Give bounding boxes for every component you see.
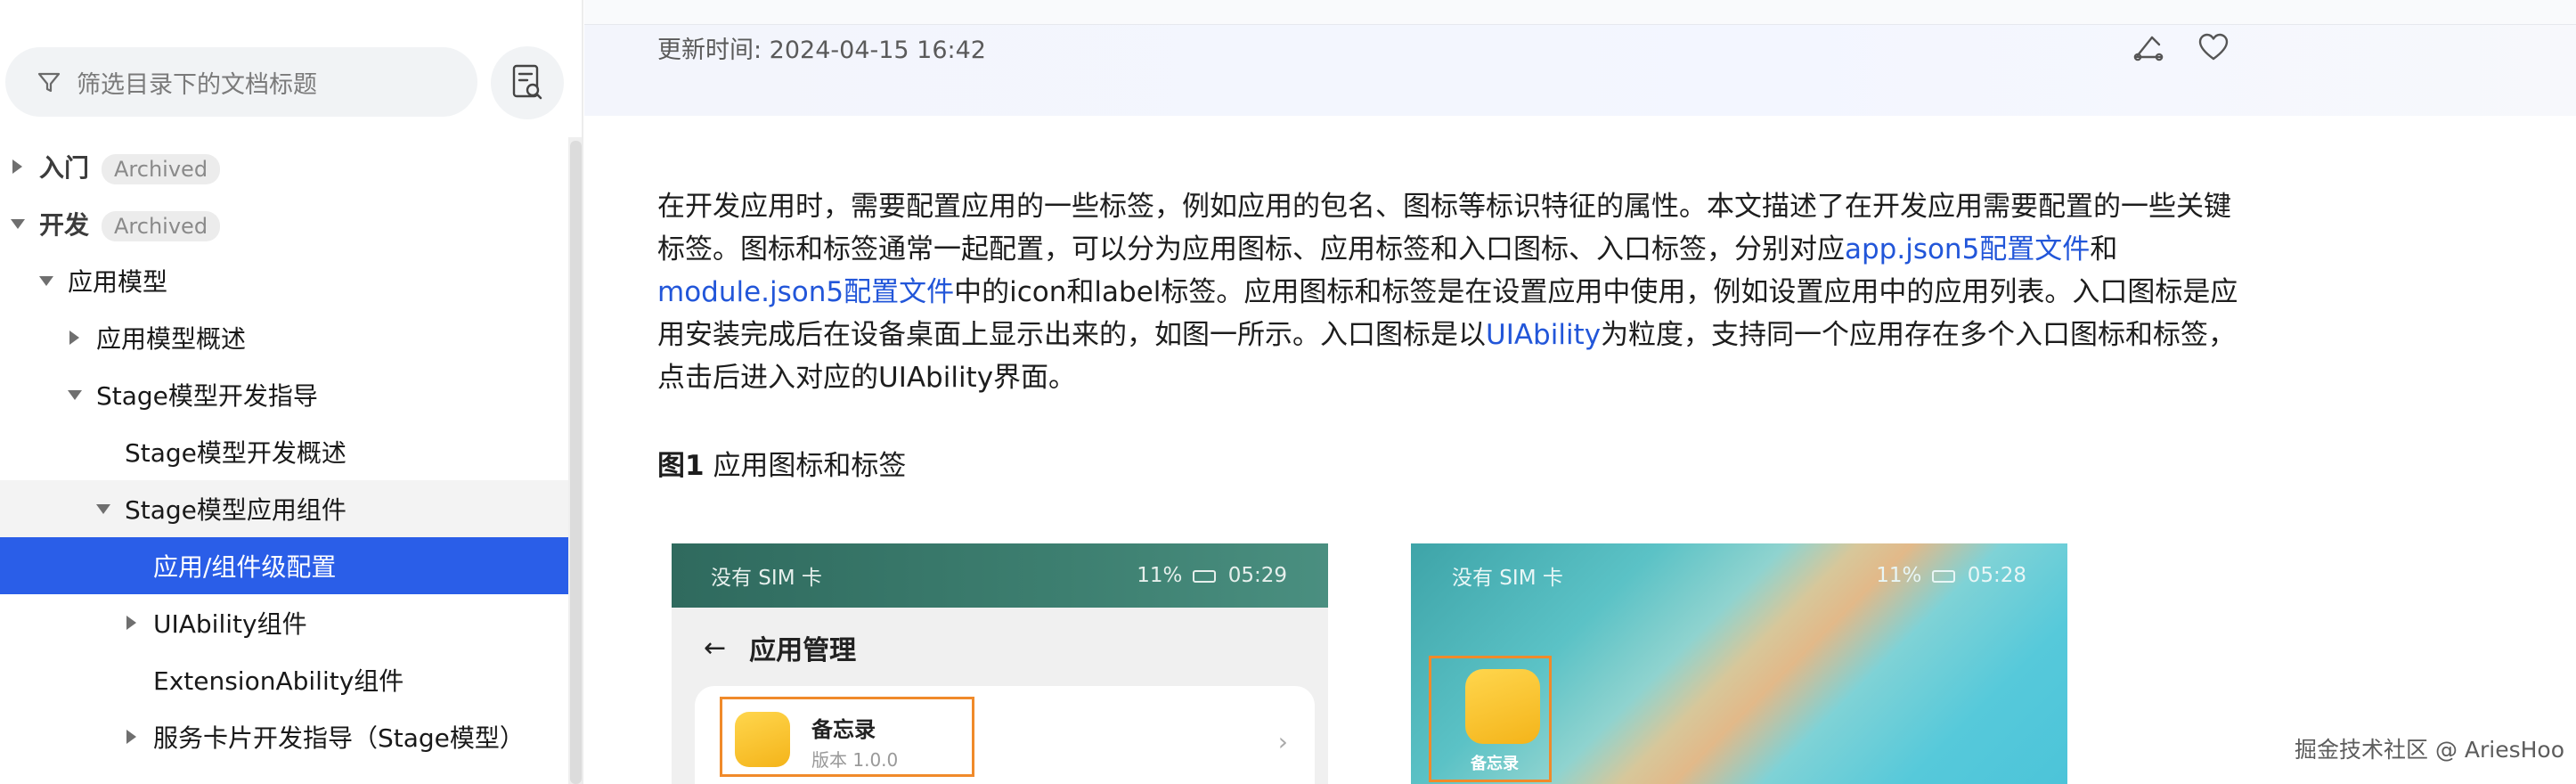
toc-item-service-widget[interactable]: 服务卡片开发指导（Stage模型） <box>0 708 570 765</box>
figure-title: 应用图标和标签 <box>713 450 907 482</box>
highlight-box: 备忘录 版本 1.0.0 <box>720 697 974 777</box>
link-app-json5[interactable]: app.json5配置文件 <box>1845 233 2090 265</box>
chevron-right-icon: › <box>1277 727 1288 756</box>
phone-status-bar: 没有 SIM 卡 11% 05:28 <box>1411 543 2067 608</box>
battery-text: 11% <box>1876 564 1922 587</box>
link-uiability[interactable]: UIAbility <box>1486 319 1601 351</box>
phone-status-bar: 没有 SIM 卡 11% 05:29 <box>672 543 1328 608</box>
toc-item-label: UIAbility组件 <box>153 609 307 639</box>
filter-input[interactable]: 筛选目录下的文档标题 <box>5 47 477 117</box>
archived-badge: Archived <box>102 154 221 184</box>
share-icon[interactable] <box>2131 30 2164 64</box>
back-arrow-icon: ← <box>704 632 727 664</box>
app-list-card: 备忘录 版本 1.0.0 › <box>695 686 1315 784</box>
toc-item-label: 服务卡片开发指导（Stage模型） <box>153 723 525 753</box>
toc-item-label: 开发 <box>39 210 90 240</box>
top-bar <box>584 0 2576 25</box>
expand-icon <box>126 730 136 744</box>
toc-item-extensionability[interactable]: ExtensionAbility组件 <box>0 651 570 708</box>
toc-item-getting-started[interactable]: 入门 Archived <box>0 138 570 195</box>
figure-app-management-screenshot: 没有 SIM 卡 11% 05:29 ← 应用管理 备忘录 版本 1.0.0 › <box>672 543 1328 784</box>
highlight-box: 备忘录 <box>1429 656 1552 782</box>
archived-badge: Archived <box>102 211 221 241</box>
collapse-icon <box>39 275 53 286</box>
document-search-icon <box>512 64 542 100</box>
app-name: 备忘录 <box>1471 755 1519 773</box>
status-right: 11% 05:29 <box>1137 564 1287 587</box>
filter-placeholder: 筛选目录下的文档标题 <box>77 70 317 99</box>
battery-icon <box>1931 569 1955 583</box>
toc-item-label: Stage模型开发指导 <box>96 381 318 411</box>
collapse-icon <box>68 389 82 400</box>
memo-app-icon <box>735 712 790 767</box>
toc-item-app-model-overview[interactable]: 应用模型概述 <box>0 309 570 366</box>
doc-search-button[interactable] <box>491 46 564 119</box>
sidebar: 筛选目录下的文档标题 入门 Archived 开发 Archived 应用模型 <box>0 0 583 784</box>
intro-paragraph: 在开发应用时，需要配置应用的一些标签，例如应用的包名、图标等标识特征的属性。本文… <box>657 185 2243 399</box>
time-text: 05:29 <box>1227 564 1287 587</box>
sidebar-scrollbar-thumb[interactable] <box>570 141 582 784</box>
toc-item-label: 入门 <box>39 153 90 183</box>
heart-icon[interactable] <box>2197 30 2230 64</box>
toc-item-label: Stage模型开发概述 <box>125 438 346 468</box>
time-text: 05:28 <box>1967 564 2026 587</box>
carrier-text: 没有 SIM 卡 <box>1452 567 1563 590</box>
watermark: 掘金技术社区 @ AriesHoo <box>2295 737 2565 763</box>
collapse-icon <box>96 503 110 514</box>
figure-caption: 图1 应用图标和标签 <box>657 443 906 483</box>
toc-item-label: 应用/组件级配置 <box>153 552 337 582</box>
status-right: 11% 05:28 <box>1876 564 2026 587</box>
expand-icon <box>12 159 22 174</box>
expand-icon <box>126 616 136 630</box>
expand-icon <box>69 331 79 345</box>
toc-item-app-model[interactable]: 应用模型 <box>0 252 570 309</box>
article-body: 在开发应用时，需要配置应用的一些标签，例如应用的包名、图标等标识特征的属性。本文… <box>657 185 2243 399</box>
toc-item-stage-overview[interactable]: Stage模型开发概述 <box>0 423 570 480</box>
paragraph-text: 和 <box>2090 233 2118 265</box>
figure-label: 图1 <box>657 450 705 482</box>
toc-item-stage-components[interactable]: Stage模型应用组件 <box>0 480 570 537</box>
link-module-json5[interactable]: module.json5配置文件 <box>657 276 954 308</box>
toc-item-label: 应用模型概述 <box>96 324 247 354</box>
app-management-header: ← 应用管理 <box>672 608 1328 688</box>
toc-item-label: Stage模型应用组件 <box>125 495 346 525</box>
app-version: 版本 1.0.0 <box>811 749 899 771</box>
filter-icon <box>37 72 61 93</box>
collapse-icon <box>11 218 25 229</box>
figure-desktop-screenshot: 没有 SIM 卡 11% 05:28 备忘录 <box>1411 543 2067 784</box>
toc-item-stage-guide[interactable]: Stage模型开发指导 <box>0 366 570 423</box>
update-time: 更新时间: 2024-04-15 16:42 <box>657 37 986 64</box>
battery-text: 11% <box>1137 564 1183 587</box>
memo-app-icon <box>1465 669 1540 744</box>
toc-item-label: ExtensionAbility组件 <box>153 666 404 696</box>
toc-item-app-component-config[interactable]: 应用/组件级配置 <box>0 537 570 594</box>
toc-tree: 入门 Archived 开发 Archived 应用模型 应用模型概述 Stage模… <box>0 138 570 765</box>
toc-item-label: 应用模型 <box>68 267 168 297</box>
app-management-title: 应用管理 <box>749 635 857 666</box>
toc-item-develop[interactable]: 开发 Archived <box>0 195 570 252</box>
carrier-text: 没有 SIM 卡 <box>711 567 822 590</box>
battery-icon <box>1192 569 1216 583</box>
toc-item-uiability[interactable]: UIAbility组件 <box>0 594 570 651</box>
app-name: 备忘录 <box>811 717 876 742</box>
